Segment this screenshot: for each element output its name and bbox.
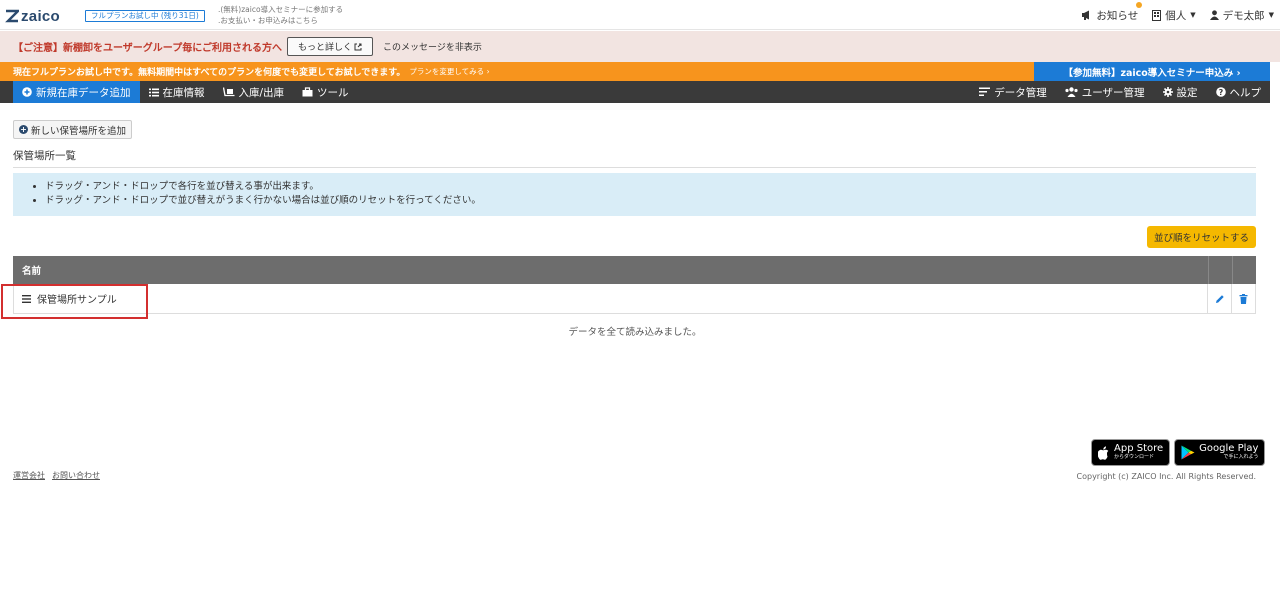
filter-list-icon — [979, 87, 991, 96]
google-play-badge[interactable]: Google Play で手に入れよう — [1174, 439, 1266, 466]
change-plan-link[interactable]: プランを変更してみる › — [409, 66, 489, 77]
trial-banner: 現在フルプランお試し中です。無料期間中はすべてのプランを何度でも変更してお試しで… — [0, 62, 1034, 81]
nav-inventory-info[interactable]: 在庫情報 — [140, 81, 214, 103]
top-header: zaico フルプランお試し中 (残り31日) .(無料)zaico導入セミナー… — [0, 0, 1280, 30]
column-header-delete — [1232, 256, 1256, 284]
apple-icon — [1098, 445, 1109, 460]
gear-icon — [1162, 87, 1173, 97]
edit-button[interactable] — [1207, 284, 1231, 313]
company-link[interactable]: 運営会社 — [13, 470, 45, 481]
row-name-cell: 保管場所サンプル — [14, 284, 1207, 313]
header-right: お知らせ 個人 ▼ デモ太郎 ▼ — [1081, 0, 1274, 30]
building-icon — [1152, 9, 1162, 21]
contact-link[interactable]: お問い合わせ — [52, 470, 100, 481]
external-link-icon — [354, 43, 362, 50]
account-type-label: 個人 — [1165, 9, 1187, 22]
nav-add-inventory[interactable]: 新規在庫データ追加 — [13, 81, 140, 103]
table-header: 名前 — [13, 256, 1256, 284]
toolbox-icon — [302, 87, 313, 97]
logo-text: zaico — [21, 7, 61, 25]
app-store-text: App Store からダウンロード — [1114, 442, 1164, 462]
users-icon — [1065, 87, 1078, 97]
storage-location-table: 名前 保管場所サンプル — [13, 256, 1256, 314]
hide-message-link[interactable]: このメッセージを非表示 — [383, 40, 482, 53]
user-icon — [1209, 10, 1219, 20]
nav-help-label: ヘルプ — [1229, 86, 1262, 99]
nav-add-inventory-label: 新規在庫データ追加 — [36, 86, 131, 99]
notification-dot — [1136, 1, 1143, 8]
nav-tools[interactable]: ツール — [293, 81, 358, 103]
list-icon — [148, 88, 159, 96]
more-details-button[interactable]: もっと詳しく — [287, 37, 374, 56]
seminar-link[interactable]: .(無料)zaico導入セミナーに参加する — [218, 4, 343, 15]
nav-user-management[interactable]: ユーザー管理 — [1056, 81, 1154, 103]
app-store-badge[interactable]: App Store からダウンロード — [1091, 439, 1171, 466]
plus-circle-icon — [22, 87, 32, 97]
nav-inventory-info-label: 在庫情報 — [162, 86, 205, 99]
trial-badge[interactable]: フルプランお試し中 (残り31日) — [85, 10, 205, 22]
google-play-sub-label: で手に入れよう — [1223, 453, 1259, 460]
app-store-sub-label: からダウンロード — [1114, 453, 1155, 460]
payment-link[interactable]: .お支払い・お申込みはこちら — [218, 15, 343, 26]
more-details-label: もっと詳しく — [298, 43, 353, 53]
add-storage-location-label: 新しい保管場所を追加 — [31, 125, 127, 137]
loaded-message: データを全て読み込みました。 — [568, 327, 702, 338]
zaico-logo[interactable]: zaico — [5, 7, 60, 25]
trial-banner-text: 現在フルプランお試し中です。無料期間中はすべてのプランを何度でも変更してお試しで… — [13, 68, 406, 78]
dolly-icon — [222, 87, 234, 97]
notice-banner: 【ご注意】新棚卸をユーザーグループ毎にご利用される方へ もっと詳しく このメッセ… — [0, 31, 1280, 62]
highlight-annotation — [1, 284, 148, 319]
nav-tools-label: ツール — [317, 86, 349, 99]
column-header-edit — [1208, 256, 1232, 284]
page-title: 保管場所一覧 — [13, 148, 1256, 168]
account-type-menu[interactable]: 個人 ▼ — [1152, 8, 1196, 23]
footer-links: 運営会社 お問い合わせ — [13, 470, 100, 481]
header-links: .(無料)zaico導入セミナーに参加する .お支払い・お申込みはこちら — [218, 4, 343, 26]
pencil-icon — [1215, 294, 1224, 303]
nav-in-out-label: 入庫/出庫 — [238, 86, 285, 99]
nav-help[interactable]: ? ヘルプ — [1207, 81, 1271, 103]
nav-settings[interactable]: 設定 — [1154, 81, 1207, 103]
notice-text: 【ご注意】新棚卸をユーザーグループ毎にご利用される方へ — [13, 43, 282, 54]
add-storage-location-button[interactable]: + 新しい保管場所を追加 — [13, 120, 133, 139]
google-play-label: Google Play — [1199, 442, 1259, 454]
chevron-down-icon: ▼ — [1190, 11, 1196, 19]
nav-user-management-label: ユーザー管理 — [1081, 86, 1145, 99]
logo-icon — [5, 9, 19, 23]
info-box: ドラッグ・アンド・ドロップで各行を並び替える事が出来ます。 ドラッグ・アンド・ド… — [13, 173, 1256, 216]
trash-icon — [1239, 293, 1248, 304]
megaphone-icon — [1082, 10, 1090, 20]
user-menu[interactable]: デモ太郎 ▼ — [1209, 8, 1274, 23]
nav-data-management[interactable]: データ管理 — [970, 81, 1056, 103]
nav-data-management-label: データ管理 — [994, 86, 1047, 99]
notifications-label: お知らせ — [1096, 9, 1139, 22]
chevron-down-icon: ▼ — [1268, 11, 1274, 19]
seminar-signup-banner[interactable]: 【参加無料】zaico導入セミナー申込み › — [1034, 62, 1270, 81]
google-play-text: Google Play で手に入れよう — [1199, 442, 1259, 462]
reset-order-button[interactable]: 並び順をリセットする — [1147, 226, 1256, 248]
nav-settings-label: 設定 — [1176, 86, 1198, 99]
column-header-name: 名前 — [22, 266, 42, 277]
table-row[interactable]: 保管場所サンプル — [13, 284, 1256, 314]
copyright-text: Copyright (c) ZAICO Inc. All Rights Rese… — [1076, 472, 1256, 481]
svg-text:?: ? — [1218, 88, 1223, 97]
main-nav: 新規在庫データ追加 在庫情報 入庫/出庫 ツール データ管理 ユーザー管理 設定… — [0, 81, 1270, 103]
notifications-link[interactable]: お知らせ — [1081, 1, 1143, 23]
delete-button[interactable] — [1231, 284, 1255, 313]
store-badges: App Store からダウンロード Google Play で手に入れよう — [1091, 439, 1266, 466]
question-circle-icon: ? — [1215, 87, 1226, 97]
app-store-label: App Store — [1114, 442, 1164, 454]
nav-right: データ管理 ユーザー管理 設定 ? ヘルプ — [970, 81, 1270, 103]
plus-circle-icon: + — [19, 125, 28, 134]
nav-in-out[interactable]: 入庫/出庫 — [214, 81, 294, 103]
google-play-icon — [1181, 445, 1195, 460]
info-item: ドラッグ・アンド・ドロップで各行を並び替える事が出来ます。 — [45, 180, 1256, 194]
info-item: ドラッグ・アンド・ドロップで並び替えがうまく行かない場合は並び順のリセットを行っ… — [45, 194, 1256, 208]
user-name-label: デモ太郎 — [1222, 9, 1265, 22]
